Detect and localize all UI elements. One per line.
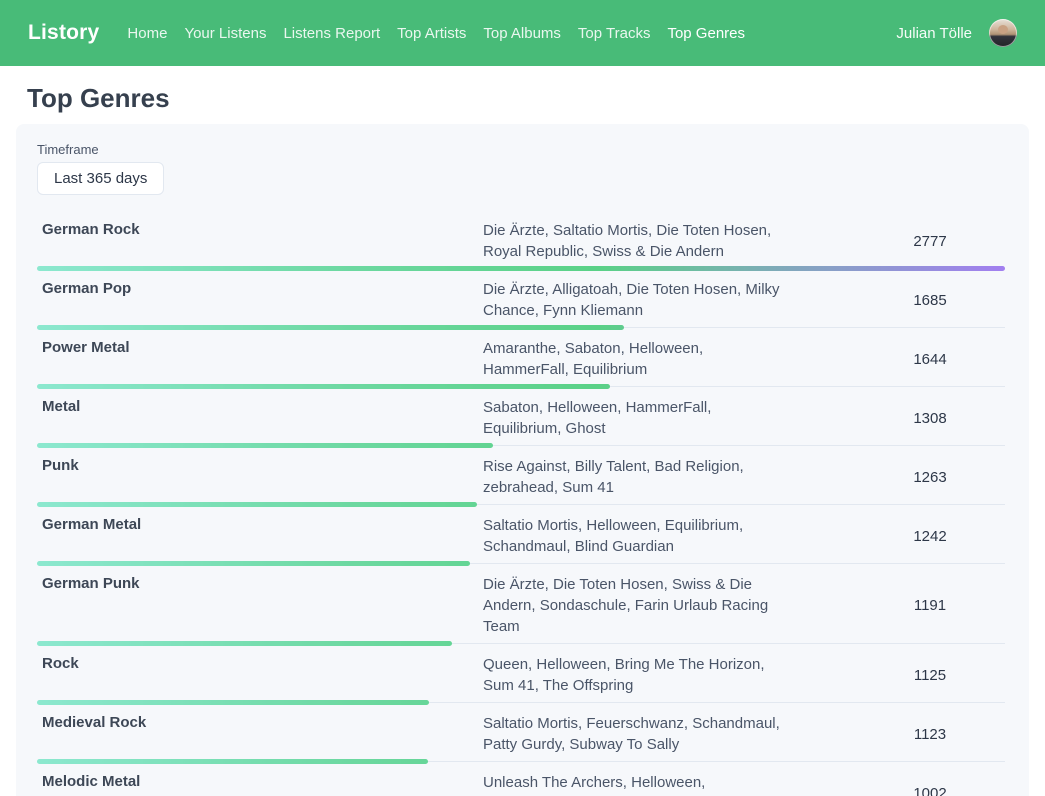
genre-name: German Metal <box>37 515 483 533</box>
user-avatar[interactable] <box>989 19 1017 47</box>
genre-artists: Saltatio Mortis, Helloween, Equilibrium,… <box>483 515 793 557</box>
genre-row: Melodic Metal Unleash The Archers, Hello… <box>37 764 1005 796</box>
genre-count: 1002 <box>855 785 1005 796</box>
genre-count: 1685 <box>855 292 1005 309</box>
user-name[interactable]: Julian Tölle <box>896 25 972 42</box>
genre-artists: Die Ärzte, Alligatoah, Die Toten Hosen, … <box>483 279 793 321</box>
top-genres-card: Timeframe Last 365 days German Rock Die … <box>16 124 1029 796</box>
nav-item-home[interactable]: Home <box>127 25 167 42</box>
genre-name: Melodic Metal <box>37 772 483 790</box>
nav-item-listens-report[interactable]: Listens Report <box>283 25 380 42</box>
genre-count: 1242 <box>855 528 1005 545</box>
genre-name: Punk <box>37 456 483 474</box>
genre-artists: Die Ärzte, Die Toten Hosen, Swiss & Die … <box>483 574 793 637</box>
genre-table: German Rock Die Ärzte, Saltatio Mortis, … <box>37 212 1005 796</box>
genre-artists: Unleash The Archers, Helloween, HammerFa… <box>483 772 793 796</box>
main-nav: Home Your Listens Listens Report Top Art… <box>127 25 745 42</box>
genre-count: 2777 <box>855 233 1005 250</box>
genre-name: German Punk <box>37 574 483 592</box>
genre-row: German Pop Die Ärzte, Alligatoah, Die To… <box>37 271 1005 330</box>
genre-name: German Rock <box>37 220 483 238</box>
genre-row: German Metal Saltatio Mortis, Helloween,… <box>37 507 1005 566</box>
genre-artists: Rise Against, Billy Talent, Bad Religion… <box>483 456 793 498</box>
genre-row: Medieval Rock Saltatio Mortis, Feuerschw… <box>37 705 1005 764</box>
genre-name: Rock <box>37 654 483 672</box>
app-header: Listory Home Your Listens Listens Report… <box>0 0 1045 66</box>
genre-count: 1308 <box>855 410 1005 427</box>
timeframe-select[interactable]: Last 365 days <box>37 162 164 195</box>
genre-row: Punk Rise Against, Billy Talent, Bad Rel… <box>37 448 1005 507</box>
genre-artists: Saltatio Mortis, Feuerschwanz, Schandmau… <box>483 713 793 755</box>
timeframe-label: Timeframe <box>37 142 1005 157</box>
nav-item-top-albums[interactable]: Top Albums <box>483 25 561 42</box>
genre-name: German Pop <box>37 279 483 297</box>
genre-row: Metal Sabaton, Helloween, HammerFall, Eq… <box>37 389 1005 448</box>
page-title: Top Genres <box>27 83 1045 114</box>
genre-name: Medieval Rock <box>37 713 483 731</box>
genre-count: 1125 <box>855 667 1005 684</box>
genre-name: Power Metal <box>37 338 483 356</box>
genre-artists: Queen, Helloween, Bring Me The Horizon, … <box>483 654 793 696</box>
genre-row: German Punk Die Ärzte, Die Toten Hosen, … <box>37 566 1005 646</box>
nav-item-your-listens[interactable]: Your Listens <box>184 25 266 42</box>
genre-count: 1123 <box>855 726 1005 743</box>
app-logo[interactable]: Listory <box>28 21 99 45</box>
genre-row: German Rock Die Ärzte, Saltatio Mortis, … <box>37 212 1005 271</box>
genre-artists: Sabaton, Helloween, HammerFall, Equilibr… <box>483 397 793 439</box>
genre-count: 1263 <box>855 469 1005 486</box>
genre-row: Rock Queen, Helloween, Bring Me The Hori… <box>37 646 1005 705</box>
genre-count: 1191 <box>855 597 1005 614</box>
nav-item-top-tracks[interactable]: Top Tracks <box>578 25 651 42</box>
nav-item-top-artists[interactable]: Top Artists <box>397 25 466 42</box>
nav-item-top-genres[interactable]: Top Genres <box>667 25 745 42</box>
genre-artists: Amaranthe, Sabaton, Helloween, HammerFal… <box>483 338 793 380</box>
genre-count: 1644 <box>855 351 1005 368</box>
genre-name: Metal <box>37 397 483 415</box>
genre-artists: Die Ärzte, Saltatio Mortis, Die Toten Ho… <box>483 220 793 262</box>
genre-row: Power Metal Amaranthe, Sabaton, Hellowee… <box>37 330 1005 389</box>
